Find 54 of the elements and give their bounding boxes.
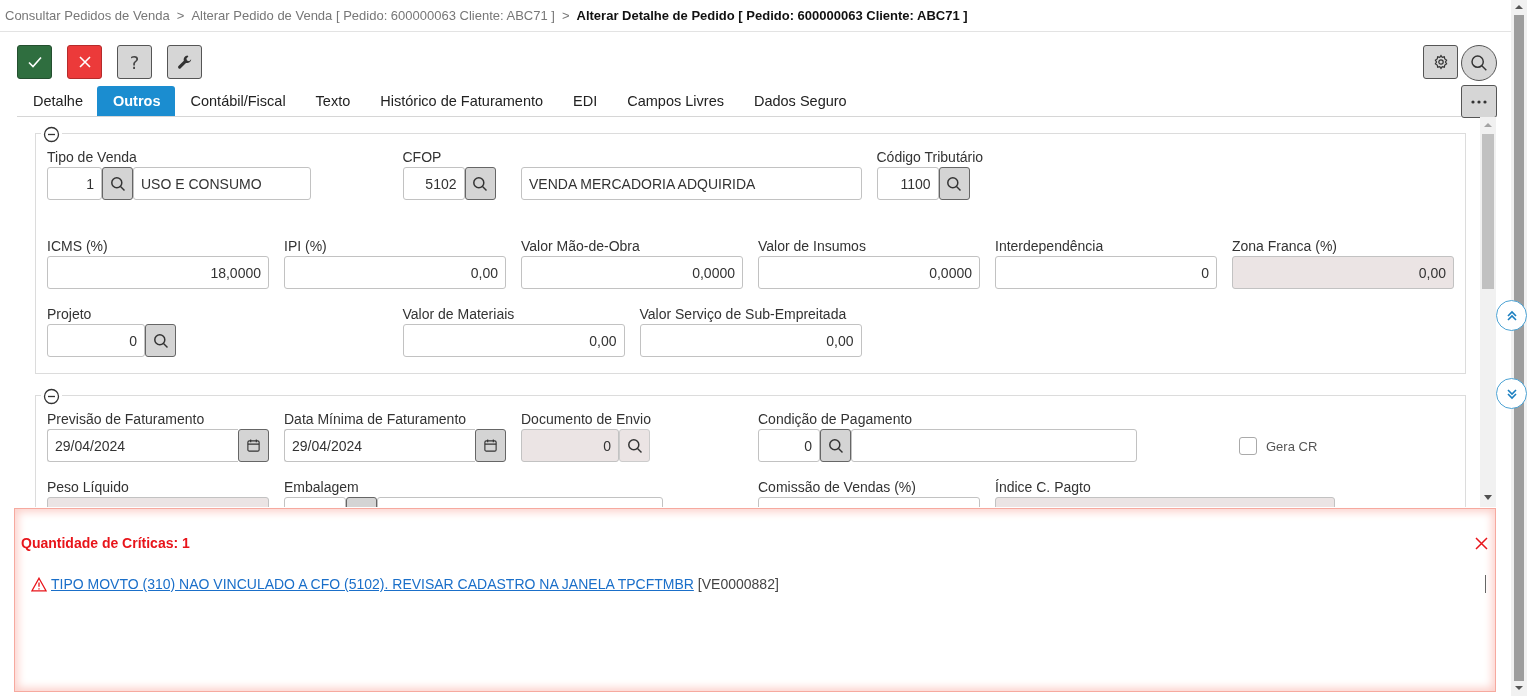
- code-field[interactable]: 5102: [402, 167, 465, 200]
- field-label: Índice C. Pagto: [995, 479, 1091, 496]
- field-label: Zona Franca (%): [1232, 238, 1338, 255]
- field-label: Peso Líquido: [47, 479, 129, 496]
- field-label: CFOP: [402, 149, 442, 166]
- critic-code: [VE0000882]: [697, 576, 779, 592]
- code-field[interactable]: 1: [47, 167, 102, 200]
- tab[interactable]: Campos Livres: [611, 86, 738, 116]
- date-field[interactable]: 29/04/2024: [47, 429, 238, 462]
- breadcrumb-separator: >: [176, 8, 185, 23]
- input-field[interactable]: 0,00: [402, 324, 625, 357]
- tab[interactable]: Histórico de Faturamento: [364, 86, 558, 116]
- field-label: Valor de Materiais: [402, 306, 515, 323]
- field-label: Embalagem: [284, 479, 359, 496]
- code-field[interactable]: 0: [47, 324, 145, 357]
- breadcrumb-item[interactable]: Alterar Pedido de Venda [ Pedido: 600000063 Cliente: ABC71 ]: [191, 8, 555, 23]
- field-label: Condição de Pagamento: [758, 411, 913, 428]
- help-button[interactable]: ?: [117, 45, 152, 79]
- field-label: Documento de Envio: [521, 411, 651, 428]
- field-label: Previsão de Faturamento: [47, 411, 205, 428]
- checkbox-label: Gera CR: [1266, 438, 1318, 454]
- field-label: Comissão de Vendas (%): [758, 479, 916, 496]
- tab[interactable]: Texto: [299, 86, 365, 116]
- input-field[interactable]: 0,00: [639, 324, 862, 357]
- tab[interactable]: Detalhe: [17, 86, 97, 116]
- field-label: Projeto: [47, 306, 92, 323]
- field-label: Código Tributário: [876, 149, 984, 166]
- description-field[interactable]: USO E CONSUMO: [133, 167, 311, 200]
- breadcrumb-item: Alterar Detalhe de Pedido [ Pedido: 600000063 Cliente: ABC71 ]: [576, 8, 968, 23]
- code-field[interactable]: 1100: [876, 167, 939, 200]
- code-field[interactable]: 0: [758, 429, 820, 462]
- input-field[interactable]: 0: [995, 256, 1217, 289]
- critic-link[interactable]: TIPO MOVTO (310) NAO VINCULADO A CFO (5102). REVISAR CADASTRO NA JANELA TPCFTMBR: [51, 576, 694, 592]
- tab[interactable]: Dados Seguro: [737, 86, 861, 116]
- field-label: Valor Mão-de-Obra: [521, 238, 640, 255]
- field-label: IPI (%): [284, 238, 327, 255]
- date-field[interactable]: 29/04/2024: [284, 429, 475, 462]
- field-label: Valor Serviço de Sub-Empreitada: [639, 306, 847, 323]
- critics-title: Quantidade de Críticas: 1: [21, 535, 190, 551]
- field-label: Valor de Insumos: [758, 238, 866, 255]
- field-label: Tipo de Venda: [47, 149, 137, 166]
- input-field[interactable]: VENDA MERCADORIA ADQUIRIDA: [521, 167, 862, 200]
- field-label: Interdependência: [995, 238, 1104, 255]
- field-label: ICMS (%): [47, 238, 108, 255]
- breadcrumb-separator: >: [561, 8, 570, 23]
- input-field[interactable]: 0,00: [284, 256, 506, 289]
- input-field[interactable]: 0,0000: [521, 256, 743, 289]
- tab[interactable]: Contábil/Fiscal: [174, 86, 300, 116]
- tab[interactable]: Outros: [97, 86, 175, 116]
- input-field[interactable]: 18,0000: [47, 256, 269, 289]
- breadcrumb-item[interactable]: Consultar Pedidos de Venda: [5, 8, 170, 23]
- input-field[interactable]: 0,0000: [758, 256, 980, 289]
- tab[interactable]: EDI: [557, 86, 612, 116]
- field-label: Data Mínima de Faturamento: [284, 411, 467, 428]
